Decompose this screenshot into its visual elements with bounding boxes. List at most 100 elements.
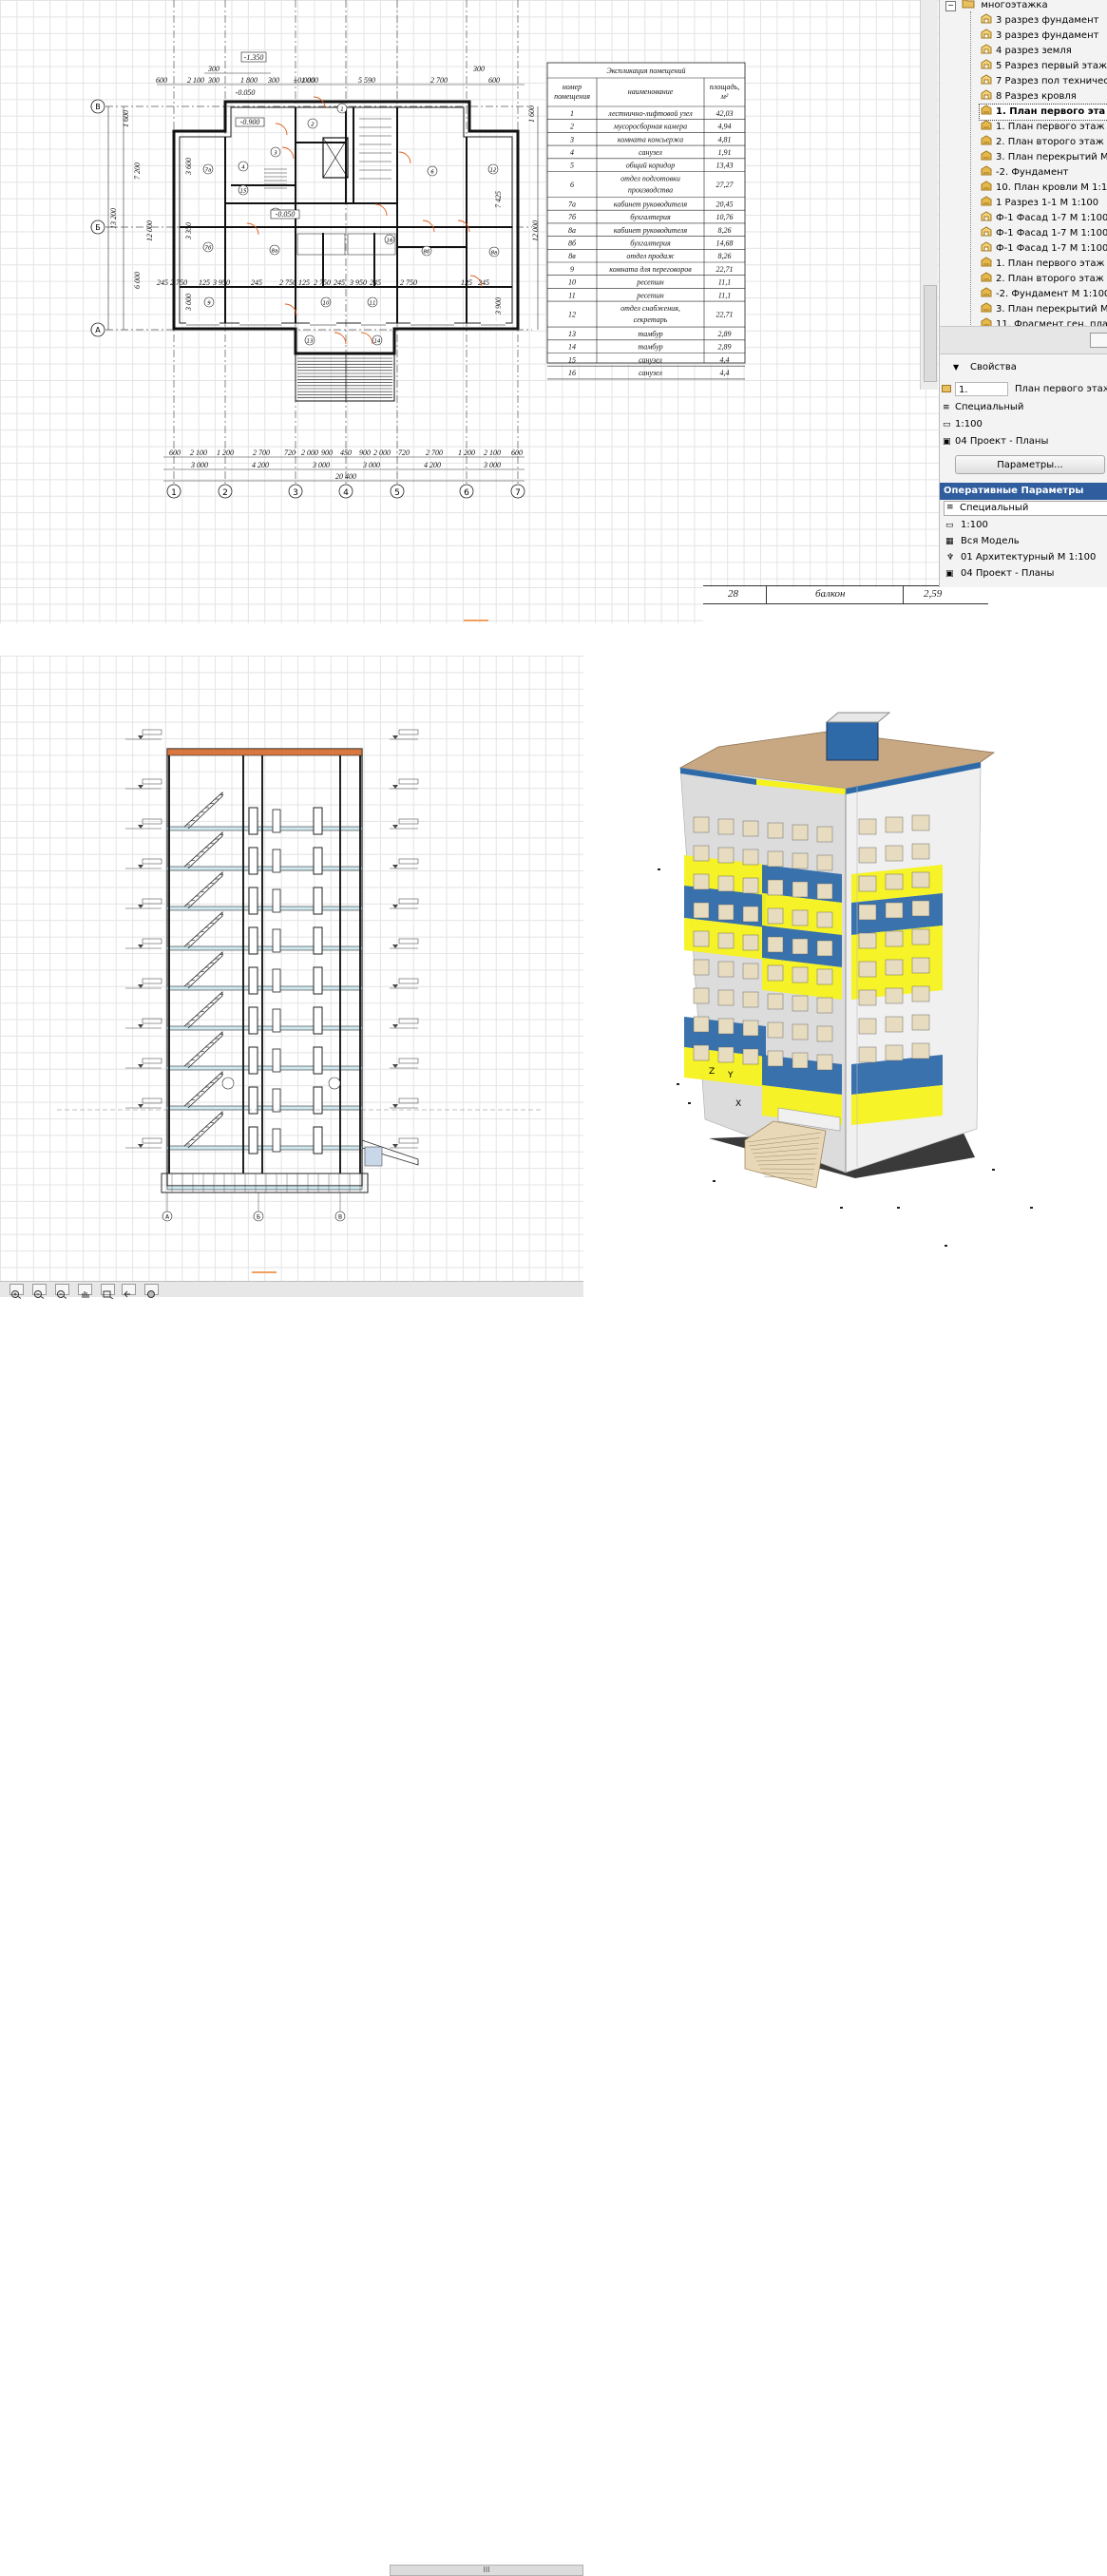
navigator-item[interactable]: 1. План первого этаж <box>980 257 1105 272</box>
navigator-item[interactable]: 3 разрез фундамент <box>980 13 1098 29</box>
section-horizontal-scrollbar[interactable]: III <box>390 2565 583 2576</box>
navigator-item[interactable]: Ф-1 Фасад 1-7 М 1:100 <box>980 226 1107 241</box>
navigator-item-label: 4 разрез земля <box>996 46 1072 56</box>
level-tag-box <box>142 778 162 785</box>
plan-scroll-thumb[interactable] <box>924 285 937 382</box>
dimension-label: 245 <box>251 278 262 287</box>
explication-cell: тамбур <box>638 330 662 338</box>
3d-viewport[interactable]: Z Y X <box>583 656 1107 1296</box>
quick-scale-row[interactable]: ▭ 1:100 <box>940 517 1107 534</box>
properties-pen-row[interactable]: ▣ 04 Проект - Планы <box>940 433 1107 450</box>
properties-header[interactable]: ▼ Свойства <box>940 359 1107 376</box>
dimension-label: 245 <box>478 278 489 287</box>
window <box>911 900 930 917</box>
section-view-icon <box>981 13 992 24</box>
stair-flight <box>183 792 223 830</box>
navigator-item[interactable]: 5 Разрез первый этаж <box>980 59 1107 74</box>
split-handle[interactable] <box>464 620 488 621</box>
quick-structure-row[interactable]: ♆ 01 Архитектурный М 1:100 <box>940 549 1107 566</box>
navigator-item[interactable]: 10. План кровли М 1:1 <box>980 181 1107 196</box>
fit-window-button[interactable] <box>144 1284 159 1298</box>
zoom-previous-button[interactable] <box>122 1284 136 1298</box>
quick-layer-combo[interactable]: ≡ Специальный <box>944 501 1107 516</box>
navigator-item[interactable]: -2. Фундамент М 1:100 <box>980 287 1107 302</box>
navigator-item-label: 3. План перекрытий М <box>996 304 1107 315</box>
navigator-item[interactable]: 4 разрез земля <box>980 44 1072 59</box>
navigator-item[interactable]: 3. План перекрытий М <box>980 302 1107 317</box>
properties-layer-row[interactable]: ≡ Специальный <box>940 399 1107 416</box>
zoom-in-button[interactable] <box>10 1284 24 1299</box>
collapse-triangle-icon[interactable]: ▼ <box>953 359 959 376</box>
door-opening <box>313 1126 323 1154</box>
navigator-item[interactable]: 2. План второго этаж <box>980 135 1104 150</box>
navigator-item[interactable]: 7 Разрез пол техничес <box>980 74 1107 89</box>
settings-button[interactable]: Параметры... <box>955 455 1105 474</box>
window <box>693 1044 710 1061</box>
navigator-item[interactable]: 3 разрез фундамент <box>980 29 1098 44</box>
room-tag: 7б <box>205 246 212 252</box>
floor-slab <box>166 985 363 991</box>
stair-flight <box>183 951 223 989</box>
section-view-icon <box>981 241 992 252</box>
section-viewport[interactable]: АБВ <box>0 656 583 1283</box>
navigator-item[interactable]: 1. План первого этаж <box>980 120 1105 135</box>
window <box>717 818 735 835</box>
tree-root[interactable]: − многоэтажка <box>945 0 1048 13</box>
plan-vertical-scrollbar[interactable] <box>920 0 938 390</box>
name-input[interactable]: План первого этаж <box>1012 382 1107 396</box>
door-opening <box>248 1046 258 1075</box>
window <box>885 873 904 890</box>
floor-slab <box>166 1065 363 1071</box>
door-opening <box>248 1006 258 1035</box>
fit-window-icon <box>147 1290 155 1298</box>
navigator-item[interactable]: 2. План второго этаж <box>980 272 1104 287</box>
floor-plan-viewport[interactable]: 1234567ВБА1234567а7б8а8б8в91011121314151… <box>0 0 939 587</box>
navigator-item[interactable]: -2. Фундамент <box>980 165 1069 181</box>
entrance-steps <box>295 353 395 402</box>
door-swing <box>246 222 259 236</box>
level-tag-box <box>142 1018 162 1024</box>
explication-cell: комната консьержа <box>618 135 683 143</box>
navigator-item[interactable]: Ф-1 Фасад 1-7 М 1:100 <box>980 211 1107 226</box>
dimension-label: 900 <box>321 448 333 457</box>
zoom-out-button[interactable] <box>32 1284 47 1299</box>
window <box>767 879 784 896</box>
navigator-item-label: 10. План кровли М 1:1 <box>996 182 1107 193</box>
id-input[interactable]: 1. <box>955 382 1008 396</box>
axis-tag: 2 <box>222 488 228 498</box>
zoom-area-button[interactable] <box>101 1284 115 1300</box>
room-tag: 7а <box>205 168 212 174</box>
dimension-label: 13 200 <box>109 208 118 229</box>
axis-tag: 4 <box>343 488 349 498</box>
navigator-item[interactable]: 8 Разрез кровля <box>980 89 1077 105</box>
collapse-icon[interactable]: − <box>945 1 956 11</box>
window <box>885 930 904 947</box>
navigator-item[interactable]: 1 Разрез 1-1 М 1:100 <box>980 196 1098 211</box>
window <box>858 904 877 921</box>
settings-icon[interactable] <box>1090 333 1107 348</box>
bathroom-fixture <box>296 233 346 256</box>
pan-button[interactable] <box>78 1284 92 1298</box>
navigator-item[interactable]: 3. План перекрытий М <box>980 150 1107 165</box>
door-opening <box>248 807 258 835</box>
properties-scale-row[interactable]: ▭ 1:100 <box>940 416 1107 433</box>
level-triangle <box>392 1064 398 1068</box>
layout-view-icon <box>981 196 992 206</box>
room-tag: 9 <box>207 301 211 307</box>
layout-view-icon <box>981 181 992 191</box>
axis-tag: В <box>338 1214 342 1221</box>
axis-label-y: Y <box>727 1071 734 1080</box>
navigator-item[interactable]: 1. План первого эта <box>979 104 1107 121</box>
navigator-item[interactable]: Ф-1 Фасад 1-7 М 1:100 <box>980 241 1107 257</box>
axis-label-x: X <box>735 1099 741 1109</box>
split-handle[interactable] <box>252 1271 277 1273</box>
level-tag-box <box>398 978 419 984</box>
zoom-out-button-2[interactable] <box>55 1284 69 1299</box>
axis-tag: Б <box>257 1214 260 1221</box>
quick-pen-row[interactable]: ▣ 04 Проект - Планы <box>940 565 1107 582</box>
quick-model-row[interactable]: ▦ Вся Модель <box>940 533 1107 550</box>
door-opening <box>248 926 258 955</box>
navigator-item-label: 3 разрез фундамент <box>996 30 1099 41</box>
navigator-item-label: -2. Фундамент М 1:100 <box>996 289 1107 299</box>
window <box>792 881 809 898</box>
